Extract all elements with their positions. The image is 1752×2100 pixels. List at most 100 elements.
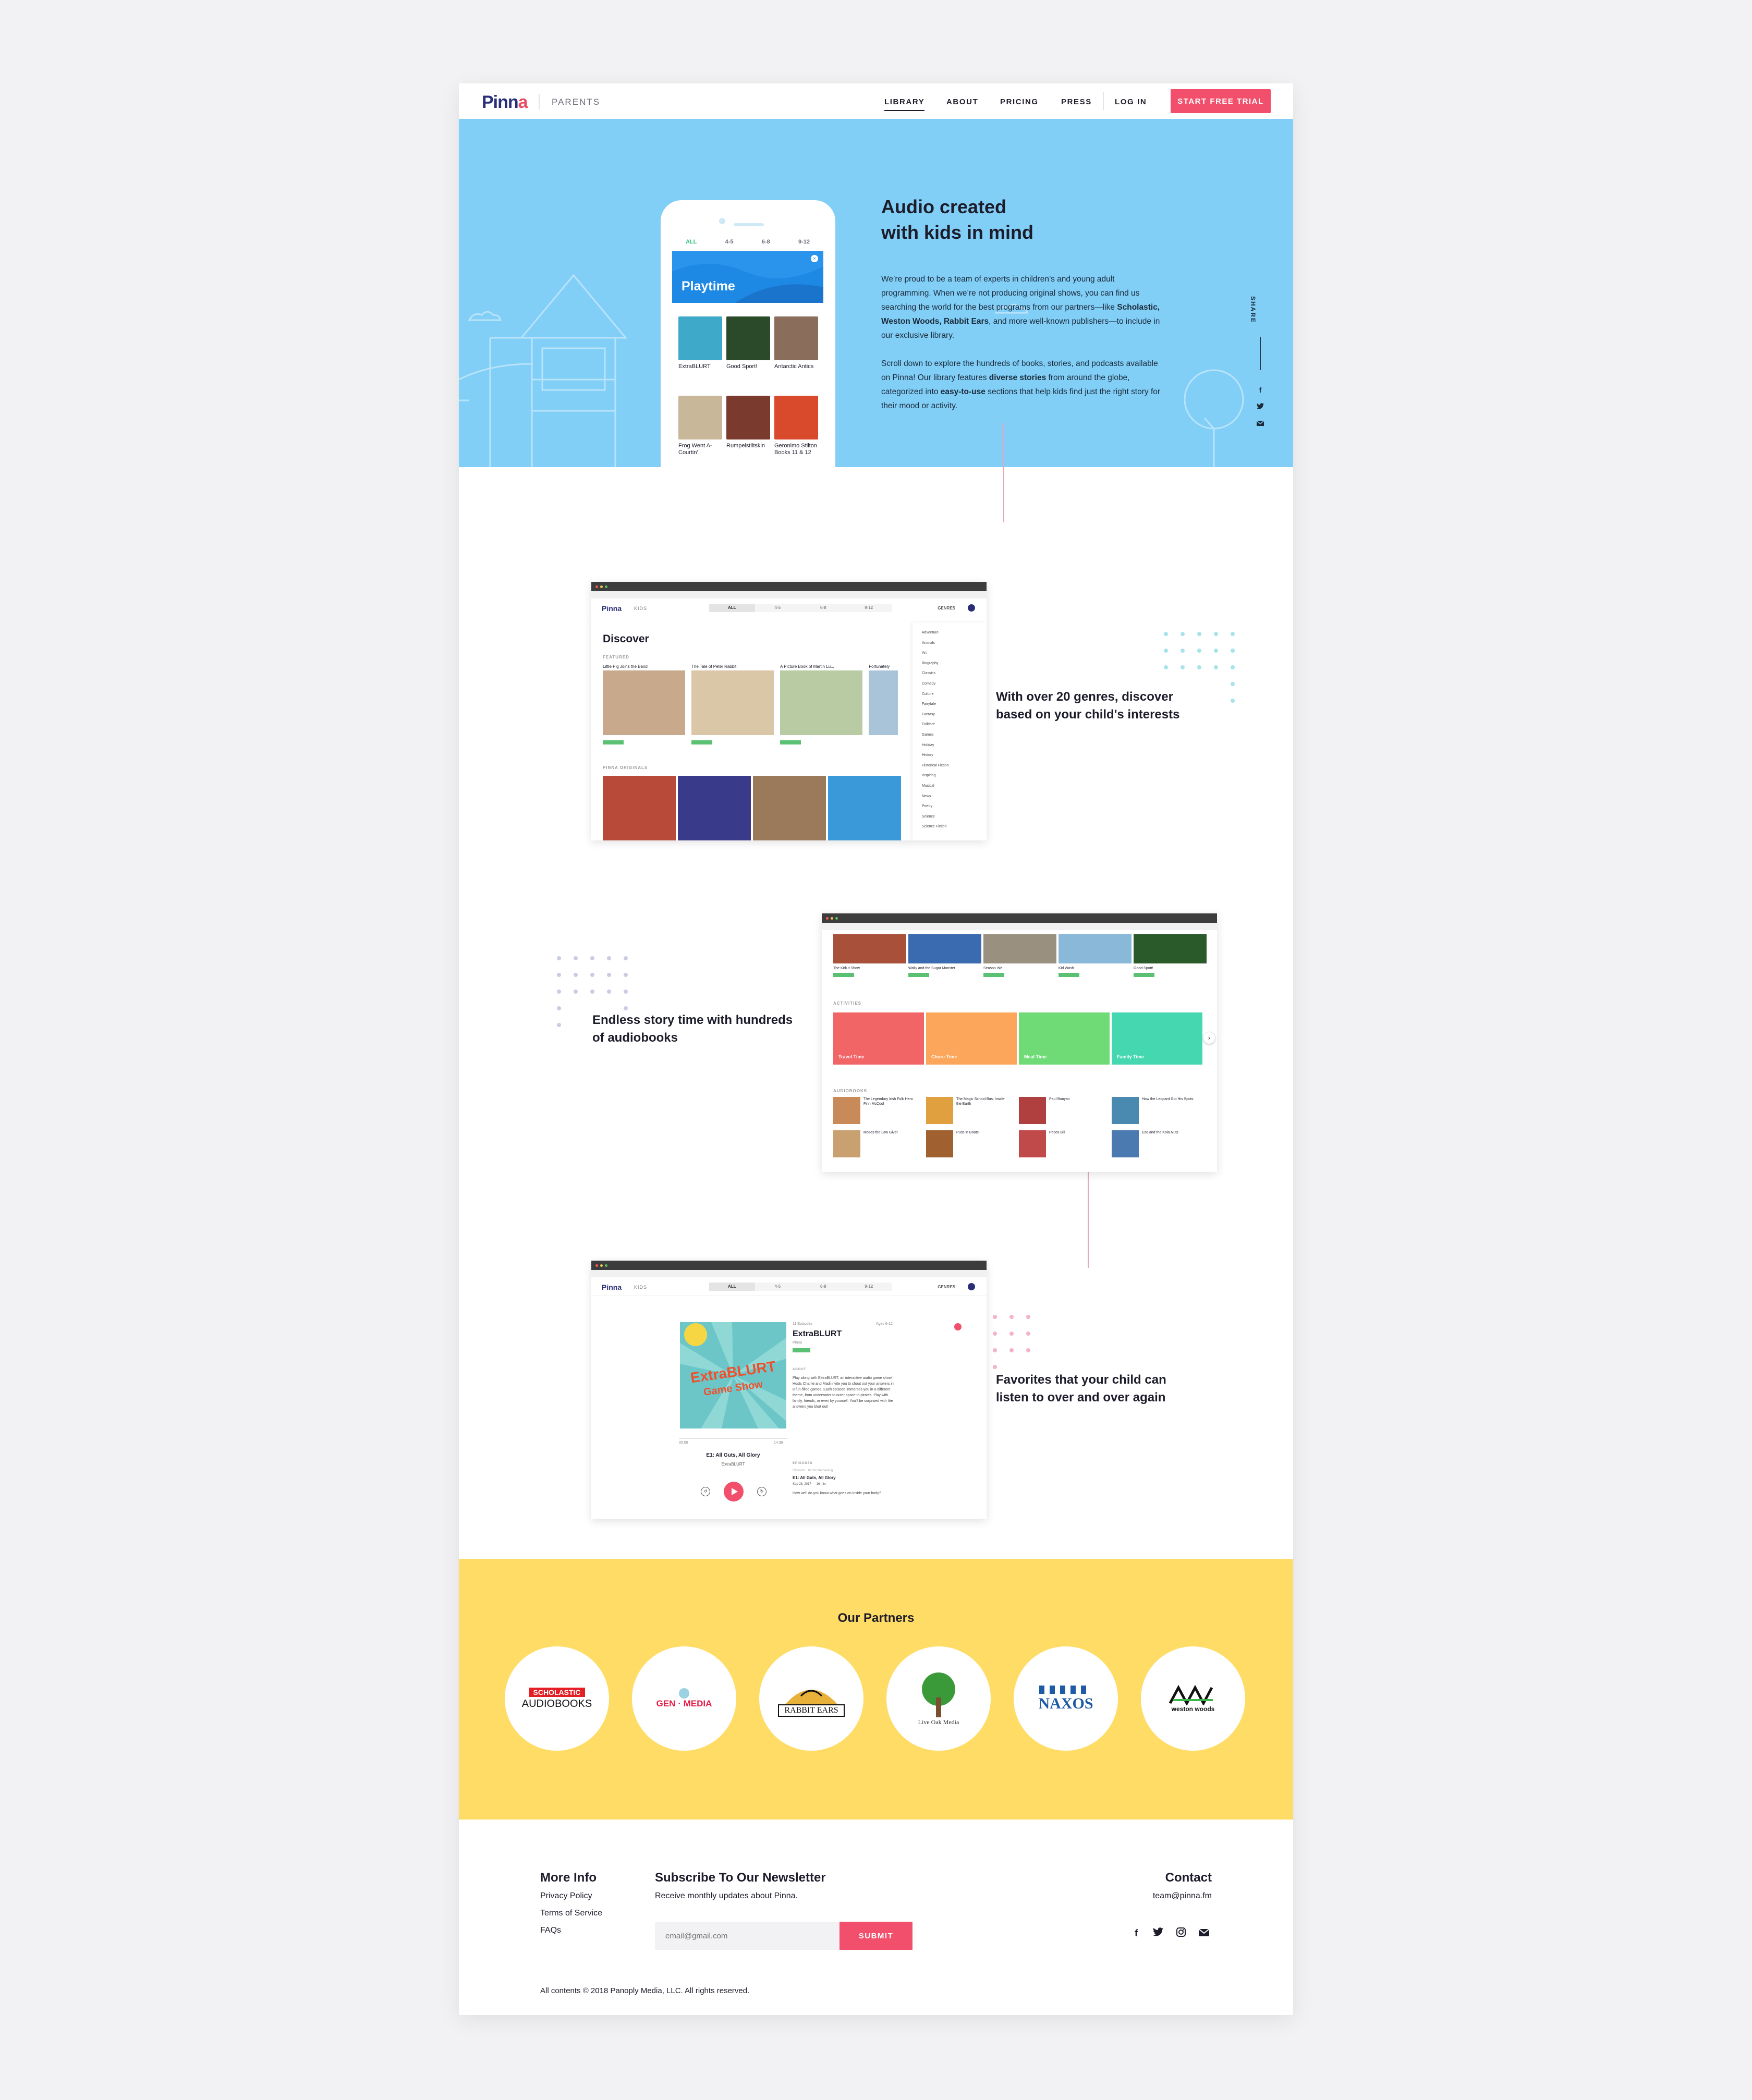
close-icon[interactable]: × xyxy=(811,255,818,262)
original-cover[interactable] xyxy=(678,776,751,840)
phone-book[interactable]: Good Sport! xyxy=(726,316,770,387)
twitter-icon[interactable] xyxy=(1256,402,1264,411)
nav-press[interactable]: PRESS xyxy=(1061,97,1092,106)
phone-tab-4-5[interactable]: 4-5 xyxy=(725,239,734,245)
partner-weston-woods[interactable]: weston woods xyxy=(1141,1646,1245,1751)
phone-book[interactable]: Geronimo Stilton Books 11 & 12 xyxy=(774,396,818,467)
genre-item[interactable]: Adventure xyxy=(922,628,977,638)
partner-rabbit-ears[interactable]: RABBIT EARS xyxy=(759,1646,863,1751)
featured-item[interactable]: Fortunately xyxy=(869,664,898,747)
avatar[interactable] xyxy=(968,1283,975,1290)
favorite-icon[interactable] xyxy=(954,1323,962,1330)
nav-about[interactable]: ABOUT xyxy=(946,97,978,106)
genre-item[interactable]: News xyxy=(922,791,977,802)
audiobook-item[interactable]: Moses the Law Giver xyxy=(833,1130,926,1157)
app-tab-all[interactable]: ALL xyxy=(709,604,755,612)
audiobook-item[interactable]: How the Leopard Got His Spots xyxy=(1112,1097,1204,1124)
pinna-logo[interactable]: Pinna xyxy=(482,92,528,113)
start-free-trial-button[interactable]: START FREE TRIAL xyxy=(1171,89,1271,113)
rewind-icon[interactable]: ↺ xyxy=(701,1487,710,1496)
genre-item[interactable]: Fantasy xyxy=(922,710,977,720)
partner-gen-media[interactable]: GEN · MEDIA xyxy=(632,1646,736,1751)
activity-chore-time[interactable]: Chore Time xyxy=(926,1012,1017,1065)
genre-item[interactable]: Inspiring xyxy=(922,771,977,781)
activity-family-time[interactable]: Family Time xyxy=(1112,1012,1202,1065)
app-tab-4-5[interactable]: 4-5 xyxy=(755,1283,801,1291)
email-field[interactable] xyxy=(655,1922,840,1950)
nav-library[interactable]: LIBRARY xyxy=(884,97,925,111)
book-item[interactable]: Wally and the Sugar Monster xyxy=(908,934,981,980)
genres-dropdown[interactable]: GENRES xyxy=(938,606,955,611)
genre-item[interactable]: Classics xyxy=(922,668,977,679)
genre-item[interactable]: Musical xyxy=(922,781,977,791)
phone-tab-all[interactable]: ALL xyxy=(686,239,697,245)
privacy-policy-link[interactable]: Privacy Policy xyxy=(540,1891,592,1901)
audiobook-item[interactable]: Pecos Bill xyxy=(1019,1130,1112,1157)
genre-item[interactable]: Holiday xyxy=(922,740,977,751)
app-tab-9-12[interactable]: 9-12 xyxy=(846,604,892,612)
nav-login[interactable]: LOG IN xyxy=(1115,97,1147,106)
genre-item[interactable]: Historical Fiction xyxy=(922,761,977,771)
playtime-banner[interactable]: Playtime × xyxy=(672,251,823,303)
twitter-icon[interactable] xyxy=(1152,1927,1164,1939)
contact-email[interactable]: team@pinna.fm xyxy=(1153,1891,1212,1901)
forward-icon[interactable]: ↻ xyxy=(757,1487,766,1496)
genres-dropdown[interactable]: GENRES xyxy=(938,1285,955,1289)
phone-tab-6-8[interactable]: 6-8 xyxy=(762,239,770,245)
book-item[interactable]: The KidLit Show xyxy=(833,934,906,980)
phone-book[interactable]: Rumpelstiltskin xyxy=(726,396,770,467)
audiobook-item[interactable]: The Magic School Bus: Inside the Earth xyxy=(926,1097,1019,1124)
genre-item[interactable]: Culture xyxy=(922,689,977,700)
genre-item[interactable]: Games xyxy=(922,730,977,740)
audiobook-item[interactable]: The Legendary Irish Folk Hero Finn McCoo… xyxy=(833,1097,926,1124)
progress-bar[interactable] xyxy=(679,1438,787,1439)
app-logo[interactable]: Pinna xyxy=(602,1283,622,1291)
featured-item[interactable]: A Picture Book of Martin Lu... xyxy=(780,664,863,747)
facebook-icon[interactable]: f xyxy=(1130,1927,1142,1939)
genre-item[interactable]: Fairytale xyxy=(922,699,977,710)
app-logo[interactable]: Pinna xyxy=(602,604,622,613)
genre-item[interactable]: History xyxy=(922,750,977,761)
phone-book[interactable]: ExtraBLURT xyxy=(678,316,722,387)
original-cover[interactable] xyxy=(753,776,826,840)
instagram-icon[interactable] xyxy=(1175,1927,1187,1939)
play-button[interactable] xyxy=(724,1482,744,1501)
partner-naxos[interactable]: NAXOS xyxy=(1014,1646,1118,1751)
app-tab-all[interactable]: ALL xyxy=(709,1283,755,1291)
genre-item[interactable]: Science Fiction xyxy=(922,822,977,832)
book-item[interactable]: Good Sport! xyxy=(1134,934,1207,980)
phone-tab-9-12[interactable]: 9-12 xyxy=(798,239,810,245)
phone-book[interactable]: Frog Went A-Courtin' xyxy=(678,396,722,467)
terms-of-service-link[interactable]: Terms of Service xyxy=(540,1909,602,1918)
audiobook-item[interactable]: Puss in Boots xyxy=(926,1130,1019,1157)
partner-live-oak-media[interactable]: Live Oak Media xyxy=(886,1646,991,1751)
nav-pricing[interactable]: PRICING xyxy=(1000,97,1039,106)
phone-book[interactable]: Antarctic Antics xyxy=(774,316,818,387)
episode-title[interactable]: E1: All Guts, All Glory xyxy=(793,1475,836,1480)
app-tab-6-8[interactable]: 6-8 xyxy=(800,1283,846,1291)
facebook-icon[interactable]: f xyxy=(1256,386,1264,394)
original-cover[interactable] xyxy=(828,776,901,840)
featured-item[interactable]: The Tale of Peter Rabbit xyxy=(691,664,774,747)
avatar[interactable] xyxy=(968,604,975,612)
book-item[interactable]: Kid Wash xyxy=(1058,934,1132,980)
activity-meal-time[interactable]: Meal Time xyxy=(1019,1012,1110,1065)
app-tab-9-12[interactable]: 9-12 xyxy=(846,1283,892,1291)
audiobook-item[interactable]: Paul Bunyan xyxy=(1019,1097,1112,1124)
app-tab-4-5[interactable]: 4-5 xyxy=(755,604,801,612)
genre-item[interactable]: Poetry xyxy=(922,801,977,812)
activity-travel-time[interactable]: Travel Time xyxy=(833,1012,924,1065)
faqs-link[interactable]: FAQs xyxy=(540,1926,561,1935)
book-item[interactable]: Season Isle xyxy=(983,934,1056,980)
genre-item[interactable]: Comedy xyxy=(922,679,977,689)
genre-item[interactable]: Animals xyxy=(922,638,977,649)
app-tab-6-8[interactable]: 6-8 xyxy=(800,604,846,612)
submit-button[interactable]: SUBMIT xyxy=(840,1922,913,1950)
partner-scholastic[interactable]: SCHOLASTIC AUDIOBOOKS xyxy=(505,1646,609,1751)
audiobook-item[interactable]: Ezo and the Kola Nuts xyxy=(1112,1130,1204,1157)
featured-item[interactable]: Little Pig Joins the Band xyxy=(603,664,686,747)
genre-item[interactable]: Biography xyxy=(922,658,977,669)
original-cover[interactable] xyxy=(603,776,676,840)
genre-item[interactable]: Art xyxy=(922,648,977,658)
mail-icon[interactable] xyxy=(1198,1927,1210,1939)
